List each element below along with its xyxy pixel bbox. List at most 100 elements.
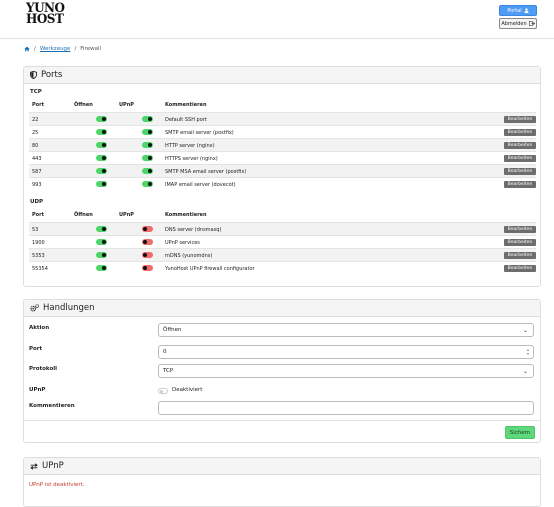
port-number: 587 (32, 168, 42, 175)
save-button[interactable]: Sichern (505, 426, 535, 439)
edit-button[interactable]: Bearbeiten (504, 238, 536, 246)
yunohost-logo[interactable]: YUNO HOST (26, 2, 65, 27)
breadcrumb-separator: / (74, 46, 77, 52)
port-number: 5353 (32, 252, 45, 259)
protocol-select[interactable]: TCP ⌄ (158, 364, 534, 378)
logo-line-2: HOST (26, 11, 64, 27)
actions-footer-divider (23, 420, 541, 421)
port-comment: DNS server (dnsmasq) (165, 226, 222, 233)
col-open: Öffnen (74, 102, 93, 108)
upnp-panel-header: UPnP (24, 458, 540, 475)
open-toggle[interactable] (96, 129, 107, 135)
edit-button[interactable]: Bearbeiten (504, 128, 536, 136)
port-number: 25 (32, 129, 39, 136)
port-number: 22 (32, 116, 39, 123)
open-toggle[interactable] (96, 168, 107, 174)
edit-button[interactable]: Bearbeiten (504, 264, 536, 272)
upnp-toggle[interactable] (142, 155, 153, 161)
cogs-icon (30, 304, 39, 312)
port-number: 55354 (32, 265, 48, 272)
upnp-toggle[interactable] (142, 168, 153, 174)
open-toggle[interactable] (96, 116, 107, 122)
action-select[interactable]: Öffnen ⌄ (158, 323, 534, 337)
port-comment: UPnP services (165, 239, 200, 246)
comment-input[interactable] (158, 401, 534, 415)
breadcrumb-tools-link[interactable]: Werkzeuge (40, 46, 71, 52)
port-label: Port (29, 346, 43, 352)
protocol-select-value: TCP (163, 368, 174, 374)
edit-button[interactable]: Bearbeiten (504, 167, 536, 175)
port-input[interactable]: 0 ▴ ▾ (158, 345, 534, 359)
user-icon (524, 8, 529, 13)
open-toggle[interactable] (96, 239, 107, 245)
open-toggle[interactable] (96, 252, 107, 258)
open-toggle[interactable] (96, 226, 107, 232)
edit-button[interactable]: Bearbeiten (504, 225, 536, 233)
upnp-toggle[interactable] (142, 181, 153, 187)
chevron-down-icon: ⌄ (522, 368, 528, 375)
breadcrumb: / Werkzeuge / Firewall (24, 46, 101, 52)
col-comment: Kommentieren (165, 102, 207, 108)
open-toggle[interactable] (96, 142, 107, 148)
edit-button[interactable]: Bearbeiten (504, 154, 536, 162)
actions-panel-title: Handlungen (43, 303, 95, 313)
breadcrumb-separator: / (34, 46, 36, 52)
table-row: 443 HTTPS server (nginx) Bearbeiten (29, 151, 536, 164)
ports-panel-header: Ports (24, 67, 540, 84)
col-upnp: UPnP (119, 212, 134, 218)
save-button-label: Sichern (509, 429, 531, 436)
open-toggle[interactable] (96, 181, 107, 187)
col-open: Öffnen (74, 212, 93, 218)
protocol-label: Protokoll (29, 366, 57, 372)
edit-button[interactable]: Bearbeiten (504, 251, 536, 259)
edit-button[interactable]: Bearbeiten (504, 115, 536, 123)
home-icon[interactable] (24, 46, 30, 52)
upnp-toggle[interactable] (142, 265, 153, 271)
tcp-label: TCP (30, 89, 42, 95)
logout-button[interactable]: Abmelden (499, 18, 537, 29)
col-upnp: UPnP (119, 102, 134, 108)
table-row: 587 SMTP MSA email server (postfix) Bearbe… (29, 164, 536, 177)
comment-label: Kommentieren (29, 403, 75, 409)
port-comment: YunoHost UPnP firewall configurator (165, 265, 255, 272)
upnp-toggle[interactable] (142, 142, 153, 148)
upnp-toggle[interactable] (142, 116, 153, 122)
table-row: 5353 mDNS (yunomdns) Bearbeiten (29, 248, 536, 261)
table-row: 55354 YunoHost UPnP firewall configurator… (29, 261, 536, 274)
upnp-toggle[interactable] (142, 129, 153, 135)
port-comment: Default SSH port (165, 116, 207, 123)
port-comment: HTTP server (nginx) (165, 142, 215, 149)
port-comment: SMTP MSA email server (postfix) (165, 168, 247, 175)
edit-button[interactable]: Bearbeiten (504, 141, 536, 149)
upnp-panel-title: UPnP (42, 461, 64, 471)
upnp-toggle[interactable] (142, 226, 153, 232)
ports-panel-title: Ports (41, 70, 63, 80)
tcp-table-header: Port Öffnen UPnP Kommentieren (29, 100, 536, 110)
upnp-switch[interactable] (158, 388, 168, 394)
chevron-down-icon: ⌄ (522, 327, 528, 334)
stepper-arrows-icon[interactable]: ▴ ▾ (527, 348, 529, 356)
upnp-switch-label: Deaktiviert (172, 387, 203, 393)
upnp-toggle[interactable] (142, 239, 153, 245)
portal-button[interactable]: Portal (499, 5, 537, 16)
open-toggle[interactable] (96, 155, 107, 161)
open-toggle[interactable] (96, 265, 107, 271)
port-comment: mDNS (yunomdns) (165, 252, 213, 259)
upnp-toggle[interactable] (142, 252, 153, 258)
table-row: 53 DNS server (dnsmasq) Bearbeiten (29, 222, 536, 235)
edit-button[interactable]: Bearbeiten (504, 180, 536, 188)
port-comment: SMTP email server (postfix) (165, 129, 234, 136)
table-row: 22 Default SSH port Bearbeiten (29, 112, 536, 125)
col-port: Port (32, 102, 44, 108)
action-select-value: Öffnen (163, 327, 182, 333)
action-label: Aktion (29, 325, 50, 331)
port-number: 53 (32, 226, 39, 233)
portal-button-label: Portal (507, 7, 522, 14)
ports-panel: Ports TCP Port Öffnen UPnP Kommentieren … (23, 66, 541, 287)
port-input-value: 0 (163, 349, 167, 355)
table-row: 993 IMAP email server (dovecot) Bearbeiten (29, 177, 536, 190)
port-number: 993 (32, 181, 42, 188)
sign-out-icon (528, 21, 535, 26)
table-row: 1900 UPnP services Bearbeiten (29, 235, 536, 248)
table-row: 80 HTTP server (nginx) Bearbeiten (29, 138, 536, 151)
